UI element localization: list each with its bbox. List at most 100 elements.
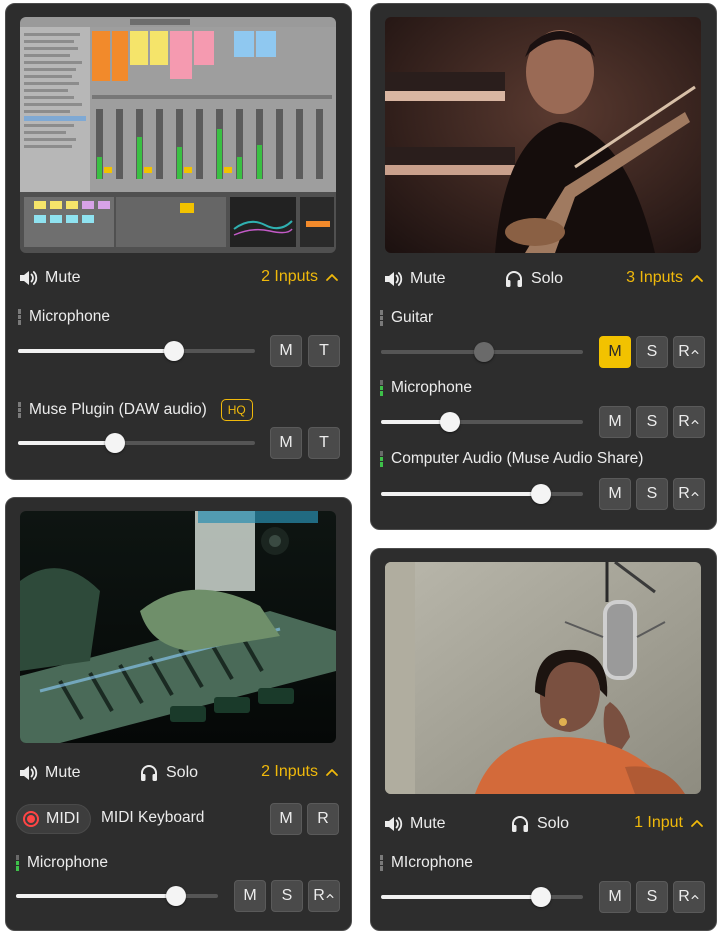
- slider-thumb[interactable]: [474, 342, 495, 362]
- record-button-computer-audio[interactable]: R: [673, 478, 705, 510]
- inputs-toggle[interactable]: 2 Inputs: [261, 763, 339, 781]
- chevron-up-icon: [690, 818, 704, 828]
- talkback-button-microphone[interactable]: T: [308, 335, 340, 367]
- midi-device-label: MIDI Keyboard: [101, 809, 205, 826]
- mute-button-computer-audio[interactable]: M: [599, 478, 631, 510]
- track-label-microphone: MIcrophone: [380, 854, 473, 872]
- volume-slider-microphone[interactable]: [381, 412, 583, 432]
- volume-slider-microphone[interactable]: [18, 341, 255, 361]
- participant-card-guitarist: Mute Solo 3 Inputs Guitar M S R Micropho…: [370, 3, 717, 530]
- mute-button-microphone[interactable]: M: [270, 335, 302, 367]
- level-meter: [380, 310, 383, 327]
- mute-button-muse-plugin[interactable]: M: [270, 427, 302, 459]
- participant-card-keyboardist: Mute Solo 2 Inputs MIDI MIDI Keyboard M …: [5, 497, 352, 931]
- solo-label: Solo: [166, 764, 199, 781]
- singer-video-image: [385, 562, 701, 794]
- chevron-up-icon: [690, 490, 700, 498]
- chevron-up-icon: [690, 348, 700, 356]
- inputs-toggle[interactable]: 2 Inputs: [261, 268, 339, 286]
- solo-label: Solo: [537, 815, 570, 832]
- slider-thumb[interactable]: [439, 412, 460, 432]
- participant-card-daw: Mute 2 Inputs Microphone M T Muse Plugin…: [5, 3, 352, 480]
- level-meter: [16, 855, 19, 872]
- mute-toggle[interactable]: Mute: [18, 268, 81, 288]
- midi-toggle[interactable]: MIDI: [16, 804, 91, 834]
- record-button-microphone[interactable]: R: [673, 881, 705, 913]
- daw-screen-share: [20, 17, 336, 253]
- slider-thumb[interactable]: [165, 886, 186, 906]
- slider-thumb[interactable]: [164, 341, 185, 361]
- solo-label: Solo: [531, 270, 564, 287]
- solo-toggle[interactable]: Solo: [510, 814, 569, 834]
- chevron-up-icon: [690, 418, 700, 426]
- track-label-microphone: Microphone: [16, 854, 108, 872]
- inputs-label: 1 Input: [634, 814, 683, 831]
- mute-button-guitar[interactable]: M: [599, 336, 631, 368]
- chevron-up-icon: [690, 893, 700, 901]
- mute-button-midi[interactable]: M: [270, 803, 302, 835]
- inputs-toggle[interactable]: 1 Input: [634, 814, 704, 832]
- solo-toggle[interactable]: Solo: [504, 269, 563, 289]
- speaker-icon: [383, 814, 403, 834]
- participant-card-singer: Mute Solo 1 Input MIcrophone M S R: [370, 548, 717, 931]
- volume-slider-muse-plugin[interactable]: [18, 433, 255, 453]
- volume-slider-microphone[interactable]: [381, 887, 583, 907]
- track-label-muse-plugin: Muse Plugin (DAW audio) HQ: [18, 399, 253, 421]
- solo-toggle[interactable]: Solo: [139, 763, 198, 783]
- solo-button-guitar[interactable]: S: [636, 336, 668, 368]
- talkback-button-muse-plugin[interactable]: T: [308, 427, 340, 459]
- chevron-up-icon: [325, 892, 335, 900]
- level-meter: [18, 402, 21, 419]
- solo-button-computer-audio[interactable]: S: [636, 478, 668, 510]
- mute-toggle[interactable]: Mute: [383, 269, 446, 289]
- midi-label: MIDI: [46, 810, 80, 827]
- guitarist-video: [385, 17, 701, 253]
- solo-button-microphone[interactable]: S: [636, 881, 668, 913]
- mute-button-microphone[interactable]: M: [234, 880, 266, 912]
- solo-button-microphone[interactable]: S: [636, 406, 668, 438]
- inputs-label: 3 Inputs: [626, 269, 683, 286]
- chevron-up-icon: [325, 767, 339, 777]
- speaker-icon: [18, 763, 38, 783]
- mute-button-microphone[interactable]: M: [599, 406, 631, 438]
- mute-label: Mute: [45, 764, 81, 781]
- singer-video: [385, 562, 701, 794]
- level-meter: [380, 380, 383, 397]
- track-label-microphone: Microphone: [18, 308, 110, 326]
- keyboardist-video-image: [20, 511, 336, 743]
- record-button-guitar[interactable]: R: [673, 336, 705, 368]
- speaker-icon: [18, 268, 38, 288]
- record-button-microphone[interactable]: R: [673, 406, 705, 438]
- speaker-icon: [383, 269, 403, 289]
- guitarist-video-image: [385, 17, 701, 253]
- record-button-microphone[interactable]: R: [308, 880, 340, 912]
- daw-screenshot-image: [20, 17, 336, 253]
- inputs-label: 2 Inputs: [261, 763, 318, 780]
- hq-badge: HQ: [220, 399, 253, 421]
- slider-thumb[interactable]: [530, 484, 551, 504]
- level-meter: [380, 855, 383, 872]
- volume-slider-microphone[interactable]: [16, 886, 218, 906]
- mute-button-microphone[interactable]: M: [599, 881, 631, 913]
- solo-button-microphone[interactable]: S: [271, 880, 303, 912]
- headphones-icon: [504, 269, 524, 289]
- chevron-up-icon: [690, 273, 704, 283]
- inputs-toggle[interactable]: 3 Inputs: [626, 269, 704, 287]
- headphones-icon: [510, 814, 530, 834]
- record-dot-icon: [23, 811, 39, 827]
- track-label-guitar: Guitar: [380, 309, 433, 327]
- slider-thumb[interactable]: [530, 887, 551, 907]
- mute-toggle[interactable]: Mute: [383, 814, 446, 834]
- record-button-midi[interactable]: R: [307, 803, 339, 835]
- volume-slider-guitar[interactable]: [381, 342, 583, 362]
- keyboardist-video: [20, 511, 336, 743]
- mute-label: Mute: [410, 815, 446, 832]
- slider-thumb[interactable]: [105, 433, 126, 453]
- volume-slider-computer-audio[interactable]: [381, 484, 583, 504]
- level-meter: [18, 309, 21, 326]
- inputs-label: 2 Inputs: [261, 268, 318, 285]
- mute-label: Mute: [45, 269, 81, 286]
- mute-toggle[interactable]: Mute: [18, 763, 81, 783]
- headphones-icon: [139, 763, 159, 783]
- track-label-microphone: Microphone: [380, 379, 472, 397]
